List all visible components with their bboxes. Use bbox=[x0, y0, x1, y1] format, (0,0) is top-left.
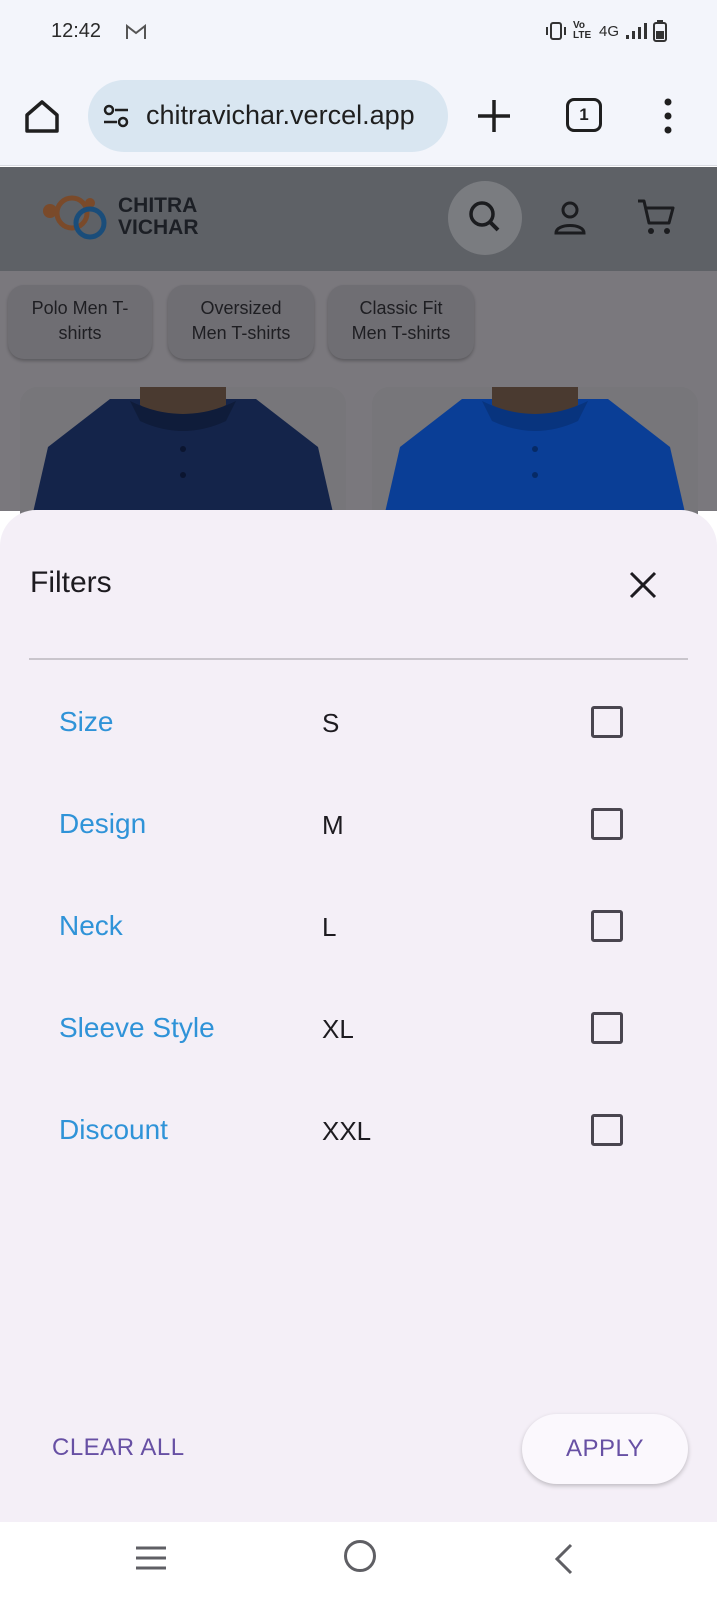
checkbox-m[interactable] bbox=[591, 808, 623, 840]
chip-label-1: Oversized bbox=[200, 298, 282, 318]
apply-button[interactable]: APPLY bbox=[522, 1414, 688, 1484]
filter-option-label: XL bbox=[322, 1014, 354, 1044]
filters-sheet: Filters Size Design Neck Sleeve Style Di… bbox=[0, 510, 717, 1522]
url-text: chitravichar.vercel.app bbox=[146, 100, 415, 130]
filter-option-label: M bbox=[322, 810, 344, 840]
recents-icon[interactable] bbox=[134, 1544, 168, 1572]
site-settings-icon[interactable] bbox=[102, 104, 130, 128]
filter-category-size[interactable]: Size bbox=[59, 706, 113, 738]
chip-oversized[interactable]: Oversized Men T-shirts bbox=[168, 285, 314, 359]
filter-option-label: XXL bbox=[322, 1116, 372, 1146]
checkbox-xxl[interactable] bbox=[591, 1114, 623, 1146]
filter-category-neck[interactable]: Neck bbox=[59, 910, 123, 942]
product-image bbox=[372, 387, 698, 517]
filter-category-sleeve-style[interactable]: Sleeve Style bbox=[59, 1012, 215, 1044]
signal-icon bbox=[626, 23, 647, 39]
system-nav-bar bbox=[0, 1522, 717, 1600]
status-bar: 12:42 Vo LTE 4G bbox=[0, 0, 717, 66]
back-icon[interactable] bbox=[552, 1542, 576, 1576]
checkbox-l[interactable] bbox=[591, 910, 623, 942]
gmail-icon bbox=[126, 24, 146, 39]
logo-mark-icon bbox=[43, 195, 107, 240]
filter-option-label: L bbox=[322, 912, 337, 942]
divider bbox=[29, 658, 688, 660]
filter-option-label: S bbox=[322, 708, 340, 738]
battery-icon bbox=[653, 20, 667, 42]
status-indicators: Vo LTE 4G bbox=[545, 20, 667, 42]
clear-all-button[interactable]: CLEAR ALL bbox=[52, 1434, 185, 1462]
chip-label-1: Classic Fit bbox=[359, 298, 443, 318]
product-card[interactable] bbox=[20, 387, 346, 517]
vibrate-icon bbox=[545, 22, 566, 40]
checkbox-xl[interactable] bbox=[591, 1012, 623, 1044]
chip-label-1: Polo Men T- bbox=[31, 298, 129, 318]
more-options-icon[interactable] bbox=[660, 96, 676, 136]
cart-icon[interactable] bbox=[636, 197, 676, 237]
address-bar[interactable]: chitravichar.vercel.app bbox=[88, 80, 448, 152]
filters-title: Filters bbox=[30, 566, 112, 599]
chip-polo[interactable]: Polo Men T- shirts bbox=[8, 285, 152, 359]
logo-line-1: CHITRA bbox=[118, 194, 198, 217]
product-listing: Polo Men T- shirts Oversized Men T-shirt… bbox=[0, 271, 717, 517]
chip-classic-fit[interactable]: Classic Fit Men T-shirts bbox=[328, 285, 474, 359]
network-label: 4G bbox=[598, 22, 619, 40]
volte-label: Vo LTE bbox=[572, 20, 592, 41]
chip-label-2: Men T-shirts bbox=[351, 323, 451, 343]
checkbox-s[interactable] bbox=[591, 706, 623, 738]
logo-wordmark: CHITRA VICHAR bbox=[118, 195, 199, 239]
site-logo[interactable]: CHITRA VICHAR bbox=[38, 191, 218, 249]
browser-home-icon[interactable] bbox=[22, 96, 62, 136]
site-header: CHITRA VICHAR bbox=[0, 167, 717, 271]
filter-category-discount[interactable]: Discount bbox=[59, 1114, 168, 1146]
product-card[interactable] bbox=[372, 387, 698, 517]
tab-switcher-button[interactable]: 1 bbox=[566, 98, 602, 132]
browser-toolbar: chitravichar.vercel.app 1 bbox=[0, 66, 717, 166]
new-tab-icon[interactable] bbox=[472, 94, 516, 138]
account-icon[interactable] bbox=[552, 199, 588, 237]
logo-line-2: VICHAR bbox=[118, 216, 199, 239]
close-icon[interactable] bbox=[624, 566, 662, 604]
status-time: 12:42 bbox=[51, 20, 102, 42]
nav-home-icon[interactable] bbox=[344, 1540, 376, 1572]
search-button[interactable] bbox=[448, 181, 522, 255]
chip-label-2: Men T-shirts bbox=[191, 323, 291, 343]
product-image bbox=[20, 387, 346, 517]
search-icon bbox=[469, 201, 500, 232]
chip-label-2: shirts bbox=[58, 323, 102, 343]
filter-category-design[interactable]: Design bbox=[59, 808, 146, 840]
